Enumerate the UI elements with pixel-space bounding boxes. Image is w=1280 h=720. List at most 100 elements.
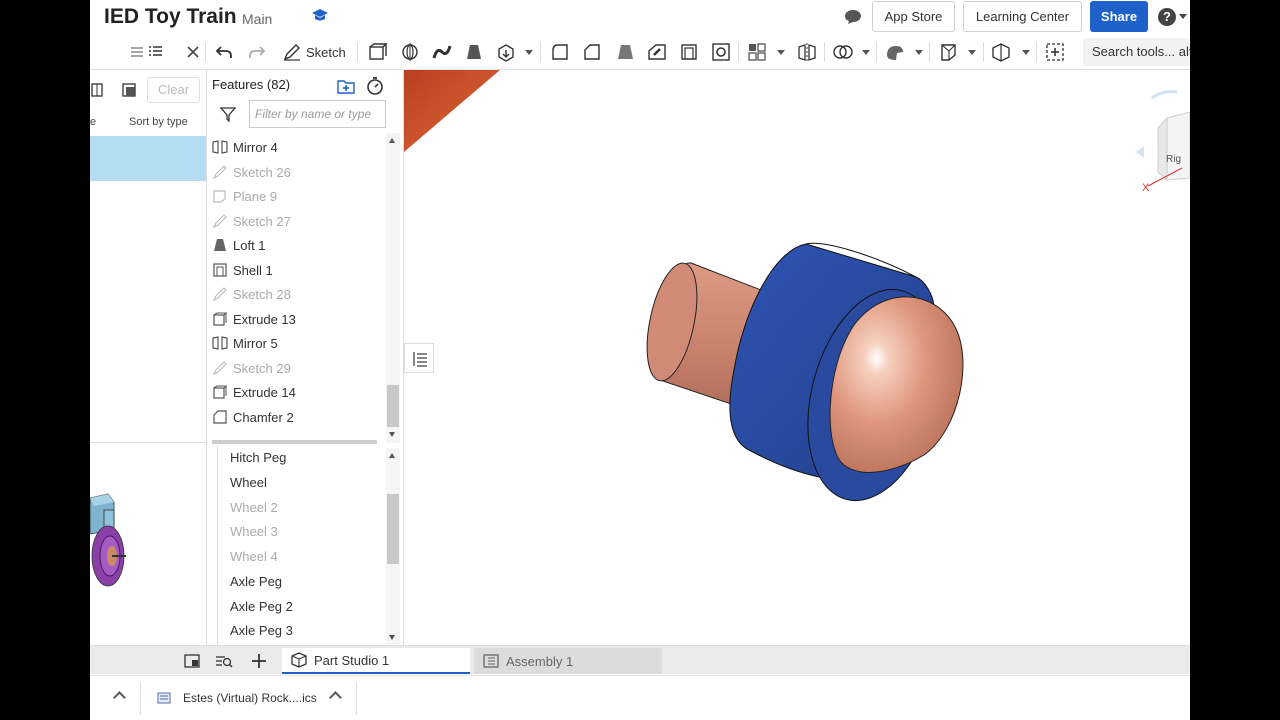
dropdown-caret-icon[interactable] (915, 50, 923, 55)
3d-viewport[interactable]: Rig X (404, 70, 1190, 645)
add-tab-icon[interactable] (250, 653, 268, 669)
mirror-icon[interactable] (796, 41, 818, 63)
parts-list: Hitch Peg Wheel Wheel 2 Wheel 3 Wheel 4 … (217, 446, 381, 645)
shell-icon[interactable] (678, 41, 700, 63)
feature-item[interactable]: Loft 1 (212, 235, 266, 255)
sketch-icon (212, 214, 227, 229)
feature-item[interactable]: Shell 1 (212, 260, 273, 280)
tab-part-studio[interactable]: Part Studio 1 (282, 648, 470, 674)
clear-button[interactable]: Clear (147, 77, 200, 103)
feature-item[interactable]: Extrude 14 (212, 382, 296, 402)
feature-list-scrollbar[interactable] (386, 133, 400, 443)
hole-icon[interactable] (710, 41, 732, 63)
feature-item[interactable]: Mirror 4 (212, 137, 278, 157)
add-folder-icon[interactable] (336, 77, 356, 95)
feature-item[interactable]: Mirror 5 (212, 333, 278, 353)
extrude-icon[interactable] (366, 41, 388, 63)
measure-icon[interactable] (884, 41, 906, 63)
feature-item[interactable]: Sketch 27 (212, 211, 291, 231)
dropdown-caret-icon[interactable] (968, 50, 976, 55)
document-title[interactable]: IED Toy Train (104, 5, 237, 29)
scroll-thumb[interactable] (387, 385, 399, 427)
thicken-icon[interactable] (495, 41, 517, 63)
scroll-down-icon[interactable] (389, 635, 395, 640)
tab-assembly[interactable]: Assembly 1 (474, 648, 662, 674)
model-render[interactable] (404, 70, 1190, 645)
sweep-icon[interactable] (431, 41, 453, 63)
variable-icon[interactable] (990, 41, 1012, 63)
feature-item[interactable]: Sketch 26 (212, 162, 291, 182)
rib-icon[interactable] (646, 41, 668, 63)
feature-label: Loft 1 (233, 237, 266, 253)
part-item[interactable]: Hitch Peg (230, 450, 286, 465)
app-store-button[interactable]: App Store (872, 1, 955, 32)
scroll-down-icon[interactable] (389, 432, 395, 437)
parts-list-scrollbar[interactable] (386, 448, 400, 644)
insert-part-icon[interactable] (120, 81, 138, 99)
chevron-up-icon[interactable] (113, 691, 126, 704)
feature-item[interactable]: Plane 9 (212, 186, 277, 206)
view-cube-face-label: Rig (1166, 154, 1181, 165)
column-header-fragment: e (90, 116, 97, 128)
feature-label: Sketch 29 (233, 360, 291, 376)
help-icon[interactable]: ? (1158, 8, 1176, 26)
chamfer-icon[interactable] (581, 41, 603, 63)
scroll-up-icon[interactable] (389, 453, 395, 458)
part-item[interactable]: Wheel 3 (230, 524, 278, 539)
feature-item[interactable]: Extrude 13 (212, 309, 296, 329)
sketch-icon (212, 287, 227, 302)
search-tools-input[interactable]: Search tools... alt+c (1083, 38, 1190, 66)
plane-icon[interactable] (937, 41, 959, 63)
chevron-up-icon[interactable] (329, 691, 342, 704)
scroll-up-icon[interactable] (389, 138, 395, 143)
dropdown-caret-icon[interactable] (777, 50, 785, 55)
pattern-icon[interactable] (746, 41, 768, 63)
boolean-icon[interactable] (832, 41, 854, 63)
sketch-button[interactable]: Sketch (282, 41, 346, 63)
selected-instance-row[interactable] (90, 136, 206, 181)
loft-icon[interactable] (463, 41, 485, 63)
close-icon[interactable] (182, 41, 204, 63)
part-item[interactable]: Axle Peg (230, 574, 282, 589)
view-cube[interactable]: Rig X (1122, 88, 1190, 198)
filter-icon[interactable] (220, 106, 236, 122)
graduation-cap-icon[interactable] (312, 8, 328, 22)
draft-icon[interactable] (614, 41, 636, 63)
feature-list-toggle[interactable] (404, 343, 434, 373)
dropdown-caret-icon[interactable] (1022, 50, 1030, 55)
part-item[interactable]: Axle Peg 3 (230, 623, 293, 638)
panel-splitter[interactable] (212, 440, 377, 444)
search-tabs-icon[interactable] (215, 653, 233, 669)
feature-item[interactable]: Chamfer 2 (212, 407, 294, 427)
dropdown-caret-icon[interactable] (862, 50, 870, 55)
feature-label: Sketch 28 (233, 286, 291, 302)
chat-icon[interactable] (844, 9, 862, 25)
part-item[interactable]: Wheel 2 (230, 500, 278, 515)
part-item[interactable]: Axle Peg 2 (230, 599, 293, 614)
part-item[interactable]: Wheel (230, 475, 267, 490)
learning-center-button[interactable]: Learning Center (963, 1, 1082, 32)
sketch-label: Sketch (306, 44, 346, 60)
branch-name[interactable]: Main (242, 11, 272, 27)
sort-by-type-button[interactable]: Sort by type (129, 116, 188, 128)
detail-list-icon[interactable] (145, 41, 167, 63)
feature-item[interactable]: Sketch 28 (212, 284, 291, 304)
scroll-thumb[interactable] (387, 494, 399, 564)
train-thumbnail[interactable] (90, 490, 130, 590)
parts-icon[interactable] (90, 82, 104, 98)
filter-input[interactable]: Filter by name or type (249, 100, 386, 128)
redo-icon[interactable] (246, 41, 268, 63)
feature-item[interactable]: Sketch 29 (212, 358, 291, 378)
help-caret-icon[interactable] (1179, 14, 1187, 19)
part-item[interactable]: Wheel 4 (230, 549, 278, 564)
undo-icon[interactable] (213, 41, 235, 63)
download-item[interactable]: Estes (Virtual) Rock....ics (157, 689, 317, 707)
revolve-icon[interactable] (399, 41, 421, 63)
dropdown-caret-icon[interactable] (525, 50, 533, 55)
fillet-icon[interactable] (549, 41, 571, 63)
share-button[interactable]: Share (1090, 1, 1148, 32)
timer-icon[interactable] (366, 76, 384, 96)
file-icon (157, 692, 171, 704)
add-custom-feature-icon[interactable] (1044, 41, 1066, 63)
insert-element-icon[interactable] (183, 653, 201, 669)
